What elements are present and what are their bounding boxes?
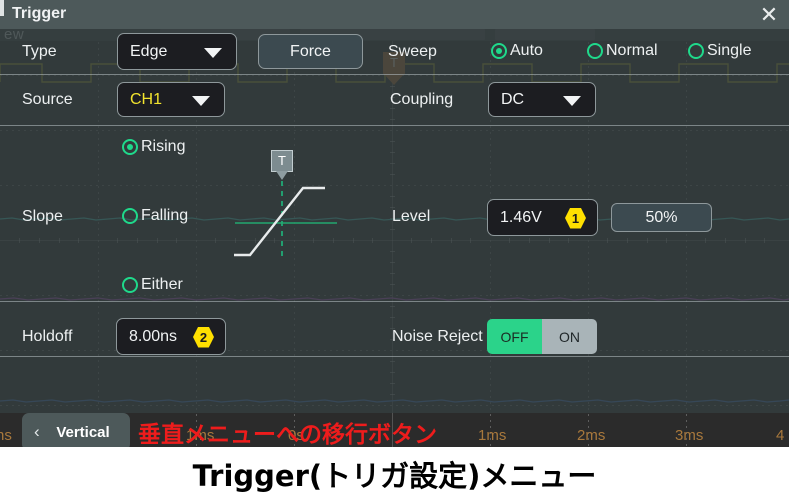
type-dropdown[interactable]: Edge xyxy=(117,33,237,70)
noise-reject-label: Noise Reject xyxy=(392,328,483,345)
trigger-dialog: Trigger ✕ Type Edge Force Sweep Auto Nor… xyxy=(0,0,789,451)
source-dropdown[interactable]: CH1 xyxy=(117,82,225,117)
noise-reject-on[interactable]: ON xyxy=(542,319,597,354)
level-value: 1.46V xyxy=(500,208,542,226)
level-value-field[interactable]: 1.46V 1 xyxy=(487,199,598,236)
force-button[interactable]: Force xyxy=(258,34,363,69)
level-50-percent-label: 50% xyxy=(645,208,678,226)
level-label: Level xyxy=(392,208,431,225)
knob-badge-2-icon: 2 xyxy=(193,326,214,348)
dialog-title: Trigger xyxy=(12,5,67,22)
coupling-dropdown[interactable]: DC xyxy=(488,82,596,117)
type-label: Type xyxy=(22,43,57,60)
noise-reject-on-label: ON xyxy=(559,328,580,345)
noise-reject-toggle[interactable]: OFF ON xyxy=(487,319,597,354)
chevron-down-icon xyxy=(192,95,210,106)
radio-icon-rising xyxy=(122,139,138,155)
holdoff-label: Holdoff xyxy=(22,328,73,345)
coupling-label: Coupling xyxy=(390,91,454,108)
slope-option-rising-label: Rising xyxy=(141,138,186,155)
vertical-nav-button[interactable]: ‹ Vertical xyxy=(22,413,130,451)
holdoff-value: 8.00ns xyxy=(129,327,178,345)
titlebar-marker-icon xyxy=(0,0,4,16)
chevron-down-icon xyxy=(204,47,222,58)
radio-icon-falling xyxy=(122,208,138,224)
radio-icon-normal xyxy=(587,43,603,59)
slope-label: Slope xyxy=(22,208,63,225)
radio-icon-auto xyxy=(491,43,507,59)
knob-badge-1-icon: 1 xyxy=(565,207,586,229)
annotation-text: 垂直メニューへの移行ボタン xyxy=(138,422,437,448)
slope-option-either-label: Either xyxy=(141,276,183,293)
type-dropdown-value: Edge xyxy=(130,42,168,60)
source-dropdown-value: CH1 xyxy=(130,90,163,108)
figure-caption: Trigger(トリガ設定)メニュー xyxy=(0,447,789,501)
radio-icon-single xyxy=(688,43,704,59)
close-icon[interactable]: ✕ xyxy=(757,3,781,27)
sweep-label: Sweep xyxy=(388,43,437,60)
level-50-percent-button[interactable]: 50% xyxy=(611,203,712,232)
screenshot-root: ew T xyxy=(0,0,789,501)
noise-reject-off-label: OFF xyxy=(500,328,529,345)
slope-option-falling-label: Falling xyxy=(141,207,189,224)
slope-illustration: T xyxy=(225,150,345,285)
noise-reject-off[interactable]: OFF xyxy=(487,319,542,354)
sweep-option-auto-label: Auto xyxy=(510,42,543,59)
force-button-label: Force xyxy=(290,42,331,60)
sweep-option-single-label: Single xyxy=(707,42,752,59)
radio-icon-either xyxy=(122,277,138,293)
coupling-dropdown-value: DC xyxy=(501,90,525,108)
sweep-option-normal-label: Normal xyxy=(606,42,658,59)
vertical-nav-label: Vertical xyxy=(56,423,110,441)
holdoff-value-field[interactable]: 8.00ns 2 xyxy=(116,318,226,355)
chevron-down-icon xyxy=(563,95,581,106)
source-label: Source xyxy=(22,91,73,108)
dialog-titlebar: Trigger ✕ xyxy=(0,0,789,29)
